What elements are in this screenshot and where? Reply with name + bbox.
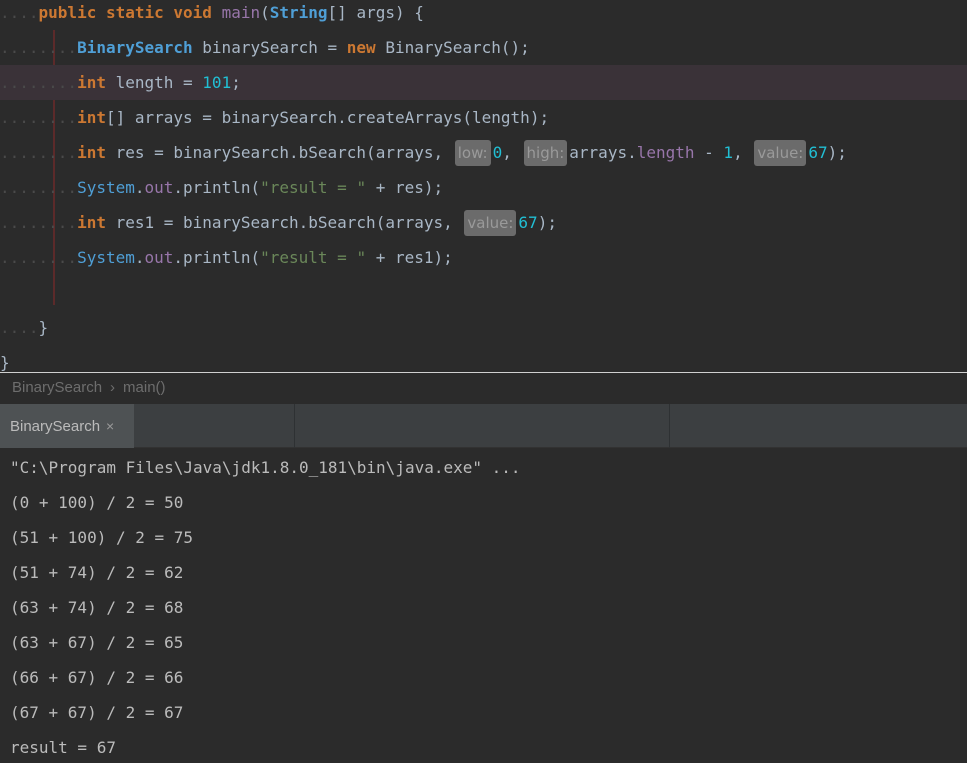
- code-token: binarySearch =: [192, 38, 347, 57]
- code-token: 0: [492, 143, 503, 162]
- whitespace-indicator: ........: [0, 213, 78, 232]
- code-token: int: [77, 213, 106, 232]
- code-token: System: [77, 178, 135, 197]
- code-token: new: [346, 38, 376, 57]
- code-token: .: [134, 248, 145, 267]
- breadcrumb-separator-icon: ›: [110, 379, 116, 396]
- code-token: out: [144, 178, 174, 197]
- code-line[interactable]: ........System.out.println("result = " +…: [0, 170, 967, 205]
- whitespace-indicator: ........: [0, 143, 78, 162]
- parameter-hint: high:: [523, 139, 568, 166]
- code-line[interactable]: ........int length = 101;: [0, 65, 967, 100]
- code-token: length =: [105, 73, 203, 92]
- code-token: .: [134, 178, 145, 197]
- console-line: (63 + 74) / 2 = 68: [10, 598, 184, 617]
- code-token: BinarySearch: [77, 38, 193, 57]
- code-token: int: [77, 143, 106, 162]
- code-line[interactable]: ........int[] arrays = binarySearch.crea…: [0, 100, 967, 135]
- parameter-hint: low:: [454, 139, 491, 166]
- code-line[interactable]: ....}: [0, 310, 967, 345]
- breadcrumb-method[interactable]: main(): [123, 379, 166, 396]
- code-token: String: [269, 3, 328, 22]
- code-editor[interactable]: ....public static void main(String[] arg…: [0, 0, 967, 372]
- code-token: out: [144, 248, 174, 267]
- code-token: );: [537, 213, 557, 232]
- code-token: 1: [723, 143, 734, 162]
- code-token: [] args) {: [327, 3, 424, 22]
- console-line: result = 67: [10, 738, 116, 757]
- parameter-hint: value:: [464, 209, 517, 236]
- code-token: 101: [202, 73, 232, 92]
- code-token: ,: [733, 143, 753, 162]
- code-token: -: [694, 143, 724, 162]
- code-token: [] arrays = binarySearch.createArrays(le…: [105, 108, 550, 127]
- code-token: int: [77, 73, 106, 92]
- code-line[interactable]: ........System.out.println("result = " +…: [0, 240, 967, 275]
- console-line: (67 + 67) / 2 = 67: [10, 703, 184, 722]
- code-line[interactable]: ........BinarySearch binarySearch = new …: [0, 30, 967, 65]
- breadcrumb-class[interactable]: BinarySearch: [12, 379, 102, 396]
- code-token: .println(: [173, 248, 261, 267]
- breadcrumb: BinarySearch › main(): [0, 372, 967, 404]
- code-token: BinarySearch();: [375, 38, 530, 57]
- code-token: + res);: [366, 178, 444, 197]
- whitespace-indicator: ........: [0, 178, 78, 197]
- close-icon[interactable]: ×: [106, 418, 114, 434]
- code-token: int: [77, 108, 106, 127]
- console-line: "C:\Program Files\Java\jdk1.8.0_181\bin\…: [10, 458, 521, 477]
- whitespace-indicator: ....: [0, 3, 39, 22]
- run-console-output[interactable]: "C:\Program Files\Java\jdk1.8.0_181\bin\…: [0, 448, 967, 763]
- code-line[interactable]: ....public static void main(String[] arg…: [0, 0, 967, 30]
- tab-divider: [669, 404, 670, 448]
- whitespace-indicator: ........: [0, 248, 78, 267]
- code-token: main: [221, 3, 261, 22]
- tab-binarysearch-run[interactable]: BinarySearch ×: [0, 404, 134, 448]
- code-token: res1 = binarySearch.bSearch(arrays,: [105, 213, 463, 232]
- code-token: void: [173, 3, 212, 22]
- whitespace-indicator: ....: [0, 318, 39, 337]
- parameter-hint: value:: [754, 139, 807, 166]
- code-line[interactable]: ........int res = binarySearch.bSearch(a…: [0, 135, 967, 170]
- code-token: res = binarySearch.bSearch(arrays,: [105, 143, 453, 162]
- code-line[interactable]: [0, 275, 967, 310]
- code-token: ,: [502, 143, 522, 162]
- code-token: }: [38, 318, 49, 337]
- tab-label: BinarySearch: [10, 418, 101, 435]
- console-line: (0 + 100) / 2 = 50: [10, 493, 184, 512]
- code-token: }: [0, 353, 10, 372]
- whitespace-indicator: ........: [0, 108, 78, 127]
- console-line: (51 + 100) / 2 = 75: [10, 528, 194, 547]
- code-token: length: [636, 143, 695, 162]
- code-token: System: [77, 248, 135, 267]
- code-line[interactable]: ........int res1 = binarySearch.bSearch(…: [0, 205, 967, 240]
- code-token: "result = ": [260, 178, 367, 197]
- code-token: arrays.: [569, 143, 637, 162]
- run-tool-window-tabs: BinarySearch ×: [0, 404, 967, 448]
- code-token: public: [38, 3, 97, 22]
- code-token: "result = ": [260, 248, 367, 267]
- console-line: (51 + 74) / 2 = 62: [10, 563, 184, 582]
- console-line: (66 + 67) / 2 = 66: [10, 668, 184, 687]
- code-token: );: [827, 143, 847, 162]
- whitespace-indicator: ........: [0, 38, 78, 57]
- code-token: (: [260, 3, 270, 22]
- code-line[interactable]: }: [0, 345, 967, 372]
- code-token: .println(: [173, 178, 261, 197]
- console-line: (63 + 67) / 2 = 65: [10, 633, 184, 652]
- code-token: + res1);: [366, 248, 453, 267]
- whitespace-indicator: ........: [0, 73, 78, 92]
- code-token: 67: [808, 143, 828, 162]
- code-token: static: [105, 3, 164, 22]
- code-token: 67: [518, 213, 538, 232]
- tab-divider: [294, 404, 295, 448]
- code-token: ;: [231, 73, 241, 92]
